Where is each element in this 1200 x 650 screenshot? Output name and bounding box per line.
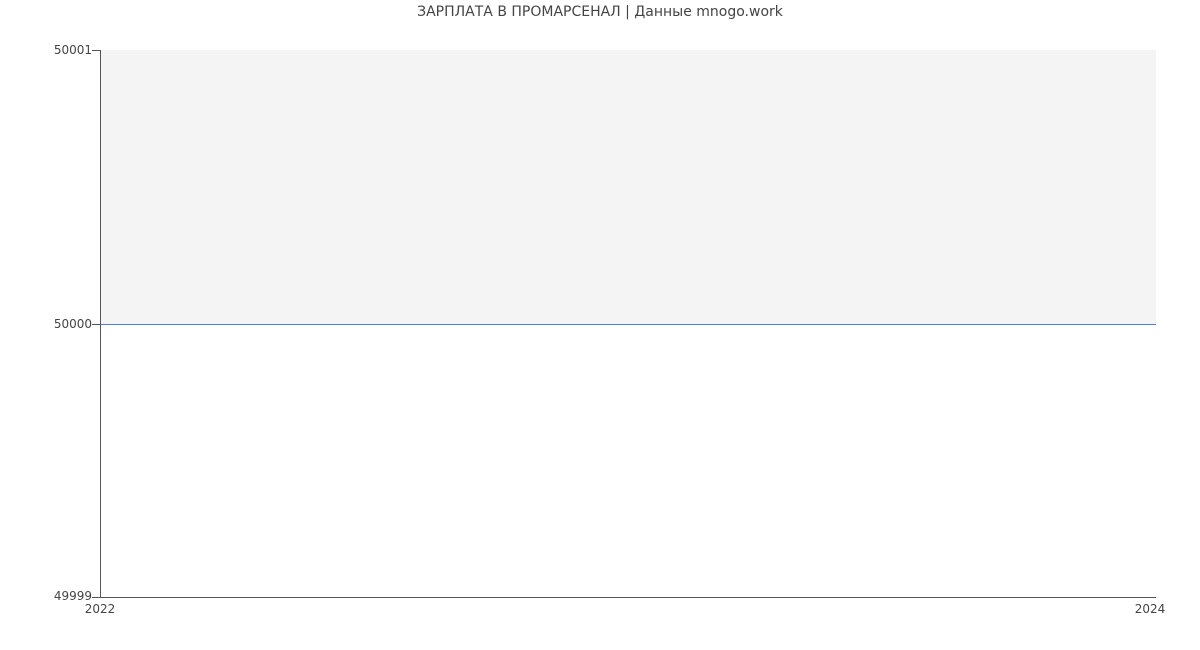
chart-title: ЗАРПЛАТА В ПРОМАРСЕНАЛ | Данные mnogo.wo… xyxy=(0,4,1200,20)
salary-line xyxy=(101,324,1156,325)
y-tickmark xyxy=(92,597,101,598)
salary-chart: ЗАРПЛАТА В ПРОМАРСЕНАЛ | Данные mnogo.wo… xyxy=(0,0,1200,650)
x-tick-right: 2024 xyxy=(1135,602,1166,616)
y-tickmark xyxy=(92,324,101,325)
y-tick-bottom: 49999 xyxy=(54,589,92,603)
y-tickmark xyxy=(92,50,101,51)
plot-area xyxy=(100,50,1156,598)
y-tick-mid: 50000 xyxy=(54,317,92,331)
y-tick-top: 50001 xyxy=(54,43,92,57)
x-tick-left: 2022 xyxy=(85,602,116,616)
upper-band xyxy=(101,50,1156,324)
